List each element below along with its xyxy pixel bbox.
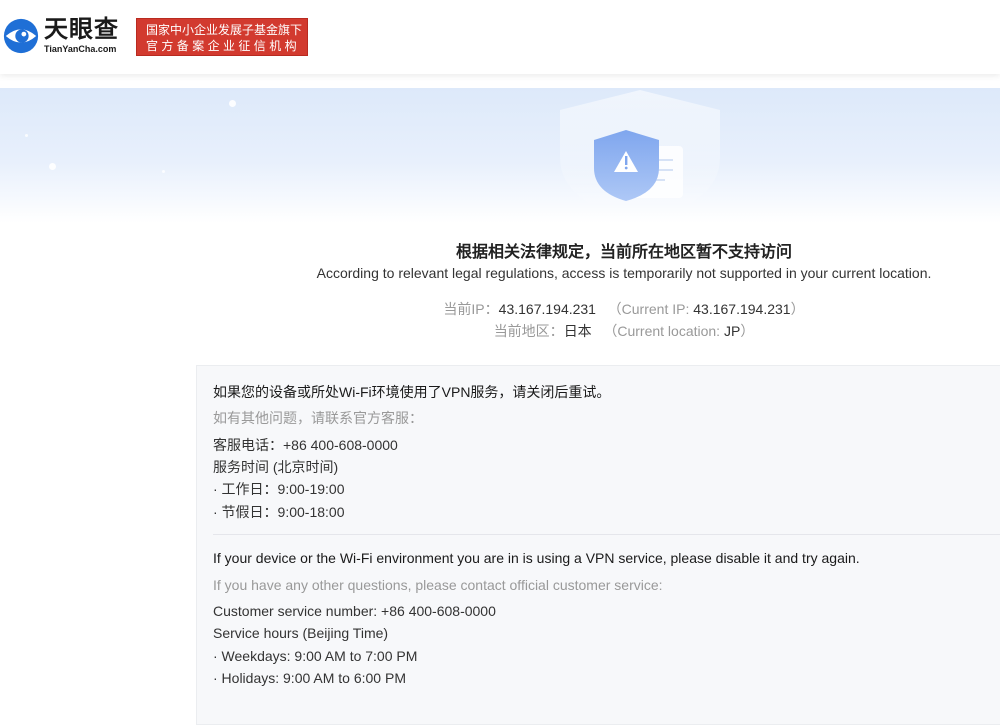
service-hours-title-cn: 服务时间 (北京时间): [213, 459, 339, 475]
weekday-hours-en: · Weekdays: 9:00 AM to 7:00 PM: [213, 648, 418, 664]
service-phone-en: Customer service number: +86 400-608-000…: [213, 603, 496, 619]
ip-en-suffix: ）: [790, 301, 805, 317]
tianyancha-eye-logo-icon: [3, 18, 39, 54]
logo-text: 天眼查 TianYanCha.com: [44, 15, 119, 55]
decor-dot: [25, 134, 28, 137]
region-en-value: JP: [723, 323, 741, 339]
hero-banner: [0, 88, 1000, 223]
holiday-hours-cn: · 节假日：9:00-18:00: [213, 504, 345, 520]
decor-dot: [162, 170, 165, 173]
vpn-tip-cn: 如果您的设备或所处Wi-Fi环境使用了VPN服务，请关闭后重试。: [213, 384, 611, 400]
official-badge: 国家中小企业发展子基金旗下 官方备案企业征信机构: [136, 18, 308, 56]
blocked-title-cn: 根据相关法律规定，当前所在地区暂不支持访问: [455, 244, 792, 261]
decor-dot: [49, 163, 56, 170]
holiday-hours-en: · Holidays: 9:00 AM to 6:00 PM: [213, 670, 406, 686]
contact-hint-en: If you have any other questions, please …: [213, 577, 663, 593]
current-region-line: 当前地区：日本 （Current location: JP）: [0, 321, 1000, 341]
ip-value: 43.167.194.231: [498, 301, 596, 317]
badge-line2: 官方备案企业征信机构: [146, 39, 301, 53]
ip-en-value: 43.167.194.231: [693, 301, 791, 317]
service-hours-title-en: Service hours (Beijing Time): [213, 625, 389, 641]
logo-cn: 天眼查: [44, 15, 119, 43]
region-en-prefix: （Current location:: [603, 323, 724, 339]
help-info-box: 如果您的设备或所处Wi-Fi环境使用了VPN服务，请关闭后重试。 如有其他问题，…: [196, 365, 1000, 725]
vpn-tip-en: If your device or the Wi-Fi environment …: [213, 550, 860, 566]
decor-dot: [229, 100, 236, 107]
tianyancha-logo[interactable]: 天眼查 TianYanCha.com: [2, 17, 119, 55]
region-en-suffix: ）: [740, 323, 755, 339]
divider: [213, 534, 1000, 535]
region-label: 当前地区：: [493, 323, 564, 339]
region-value: 日本: [563, 323, 592, 339]
badge-line1: 国家中小企业发展子基金旗下: [146, 23, 303, 37]
site-header: 天眼查 TianYanCha.com 国家中小企业发展子基金旗下 官方备案企业征…: [0, 0, 1000, 74]
ip-en-prefix: （Current IP:: [607, 301, 694, 317]
logo-en: TianYanCha.com: [44, 43, 117, 54]
blocked-title-en: According to relevant legal regulations,…: [316, 265, 932, 281]
ip-label: 当前IP：: [443, 301, 499, 317]
workday-hours-cn: · 工作日：9:00-19:00: [213, 481, 345, 497]
warning-shield-icon: [555, 88, 725, 223]
current-ip-line: 当前IP：43.167.194.231 （Current IP: 43.167.…: [0, 299, 1000, 319]
service-phone-cn: 客服电话：+86 400-608-0000: [213, 437, 398, 453]
contact-hint-cn: 如有其他问题，请联系官方客服：: [213, 410, 423, 426]
